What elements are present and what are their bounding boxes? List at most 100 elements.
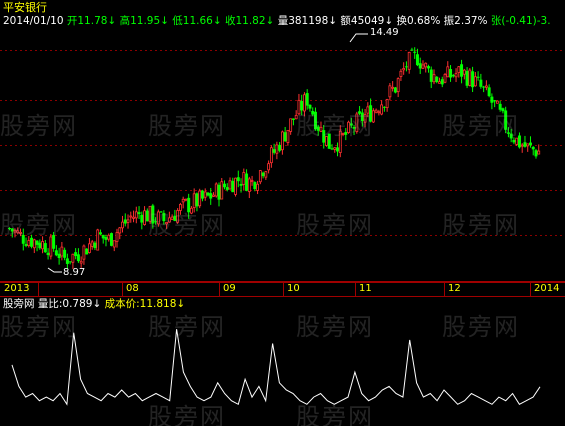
- candle-body: [462, 69, 466, 75]
- watermark: 股旁网: [0, 313, 78, 341]
- candle-body: [217, 184, 221, 200]
- candle-body: [258, 170, 262, 183]
- candle-body: [382, 106, 386, 108]
- candle-body: [426, 66, 430, 69]
- candle-body: [471, 71, 475, 88]
- candle-body: [68, 261, 72, 263]
- candle-body: [101, 234, 105, 239]
- volume-value: 381198↓: [288, 15, 338, 27]
- candle-body: [413, 51, 417, 53]
- candle-body: [528, 142, 532, 146]
- min-price-label: 8.97: [63, 267, 86, 278]
- candle-body: [118, 227, 122, 234]
- candle-body: [24, 244, 28, 246]
- candle-body: [289, 118, 293, 132]
- candle-body: [272, 149, 276, 153]
- candle-body: [531, 146, 535, 150]
- candle-body: [90, 241, 94, 247]
- candle-body: [473, 76, 477, 87]
- candle-body: [212, 194, 215, 197]
- candle-body: [140, 214, 144, 223]
- date-axis-lines: [0, 282, 565, 297]
- candle-body: [126, 219, 130, 223]
- candle-body: [490, 96, 494, 103]
- candle-body: [526, 143, 530, 147]
- candle-body: [247, 178, 251, 192]
- candle-body: [32, 239, 36, 249]
- candle-body: [107, 234, 111, 240]
- candle-body: [115, 232, 119, 242]
- candle-body: [35, 240, 39, 245]
- candle-body: [267, 163, 271, 171]
- candle-body: [333, 147, 337, 150]
- candle-body: [286, 129, 290, 143]
- change-label: 张: [490, 15, 502, 27]
- candle-body: [446, 66, 450, 78]
- axis-label-09: 09: [223, 283, 236, 294]
- candle-body: [479, 79, 483, 87]
- amount-value: 45049↓: [350, 15, 394, 27]
- candle-body: [203, 191, 207, 198]
- candle-body: [256, 183, 259, 191]
- candle-body: [206, 192, 210, 196]
- candle-body: [143, 210, 146, 225]
- candle-body: [438, 81, 441, 84]
- axis-label-2013: 2013: [4, 283, 30, 294]
- watermark: 股旁网: [0, 112, 78, 140]
- open-label: 开: [66, 15, 78, 27]
- candle-body: [443, 73, 447, 83]
- candle-body: [109, 233, 113, 246]
- candle-body: [46, 252, 50, 256]
- watermark: 股旁网: [442, 112, 520, 140]
- candle-body: [137, 212, 141, 215]
- volume-label: 量: [277, 15, 289, 27]
- candle-body: [104, 237, 108, 240]
- candle-body: [60, 246, 64, 257]
- candle-body: [495, 100, 499, 104]
- turnover-value: 0.68%: [406, 15, 441, 27]
- candle-body: [449, 69, 453, 78]
- candle-body: [63, 249, 67, 258]
- change-value: (-0.41)-3.: [501, 15, 551, 27]
- amplitude-label: 振: [443, 15, 455, 27]
- candle-body: [305, 93, 309, 106]
- axis-label-10: 10: [287, 283, 300, 294]
- candle-body: [418, 63, 422, 69]
- candle-body: [424, 62, 428, 68]
- candle-body: [228, 180, 232, 190]
- price-panel[interactable]: 平安银行 2014/01/10 开11.78↓ 高11.95↓ 低11.66↓ …: [0, 0, 565, 282]
- watermark: 股旁网: [442, 313, 520, 341]
- candle-body: [454, 73, 458, 78]
- indicator-panel[interactable]: 股旁网 量比:0.789↓ 成本价:11.818↓ 股旁网 股旁网 股旁网 股旁…: [0, 297, 565, 426]
- max-price-pointer: [349, 33, 368, 43]
- candle-body: [523, 142, 527, 147]
- candle-body: [38, 242, 42, 249]
- candle-body: [85, 248, 89, 255]
- candle-body: [388, 85, 392, 98]
- date-axis: 2013 08 09 10 11 12 2014: [0, 282, 565, 297]
- candle-body: [385, 99, 389, 109]
- candle-body: [465, 71, 469, 86]
- candle-body: [482, 86, 486, 88]
- axis-label-12: 12: [448, 283, 461, 294]
- close-label: 收: [224, 15, 236, 27]
- candle-body: [198, 190, 202, 207]
- candle-body: [493, 100, 497, 102]
- candle-body: [71, 253, 75, 263]
- turnover-label: 换: [396, 15, 407, 27]
- candle-body: [181, 198, 185, 203]
- candle-body: [275, 144, 279, 154]
- candle-body: [404, 66, 408, 68]
- watermark: 股旁网: [296, 403, 374, 426]
- candle-body: [239, 184, 243, 186]
- candle-body: [476, 76, 480, 78]
- watermark: 股旁网: [296, 211, 374, 239]
- candle-body: [440, 79, 444, 85]
- candle-body: [121, 221, 124, 229]
- candle-body: [283, 132, 287, 142]
- candle-body: [468, 69, 472, 86]
- candle-body: [484, 85, 488, 88]
- cost-label: 成本价:: [104, 298, 140, 310]
- candle-body: [220, 181, 224, 200]
- candle-body: [74, 252, 78, 257]
